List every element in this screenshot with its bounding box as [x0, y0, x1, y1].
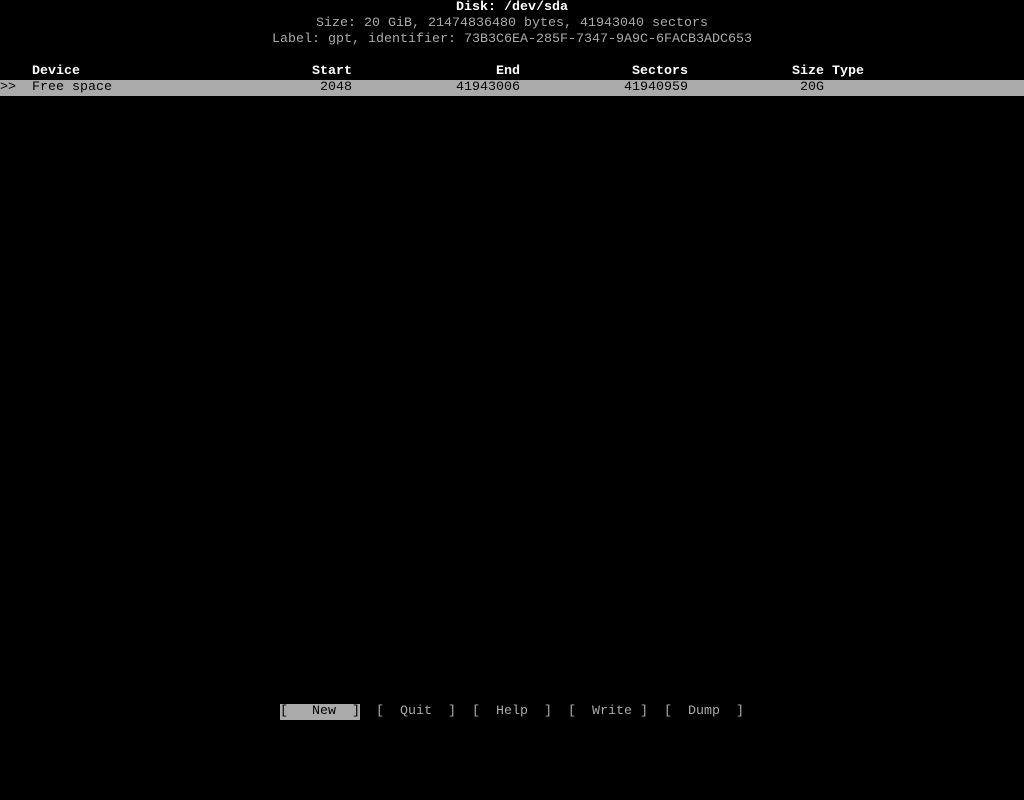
write-button[interactable]: [ Write ]	[568, 704, 648, 720]
menu-bar: [ New ] [ Quit ] [ Help ] [ Write ] [ Du…	[0, 704, 1024, 720]
column-start: Start	[312, 64, 352, 79]
column-size: Size	[792, 64, 824, 79]
row-size: 20G	[800, 80, 824, 95]
disk-label-info: Label: gpt, identifier: 73B3C6EA-285F-73…	[272, 32, 752, 47]
table-row[interactable]: >> Free space 2048 41943006 41940959 20G	[0, 80, 1024, 96]
dump-button[interactable]: [ Dump ]	[664, 704, 744, 720]
help-button[interactable]: [ Help ]	[472, 704, 552, 720]
column-sectors: Sectors	[632, 64, 688, 79]
row-end: 41943006	[456, 80, 520, 95]
new-button[interactable]: [ New ]	[280, 704, 360, 720]
row-start: 2048	[320, 80, 352, 95]
column-end: End	[496, 64, 520, 79]
column-device: Device	[32, 64, 80, 79]
disk-title: Disk: /dev/sda	[456, 0, 568, 15]
column-type: Type	[832, 64, 864, 79]
quit-button[interactable]: [ Quit ]	[376, 704, 456, 720]
row-sectors: 41940959	[624, 80, 688, 95]
table-header: Device Start End Sectors Size Type	[0, 64, 1024, 80]
disk-size-info: Size: 20 GiB, 21474836480 bytes, 4194304…	[316, 16, 708, 31]
selection-marker: >>	[0, 80, 16, 95]
row-device: Free space	[32, 80, 112, 95]
